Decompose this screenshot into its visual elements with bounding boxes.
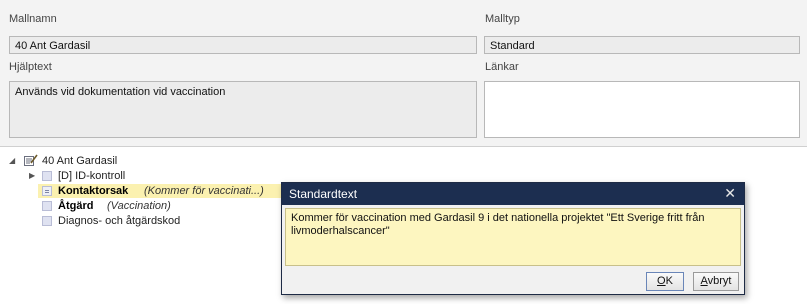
- tree-item-value: (Kommer för vaccinati...): [144, 185, 264, 197]
- cancel-label-rest: vbryt: [707, 275, 732, 287]
- standardtext-dialog: Standardtext ✕ Kommer för vaccination me…: [281, 182, 745, 295]
- hjalptext-label: Hjälptext: [9, 61, 52, 73]
- malltyp-field[interactable]: Standard: [484, 36, 800, 54]
- keyword-icon: [42, 171, 52, 181]
- lankar-field[interactable]: [484, 81, 800, 138]
- ok-label-rest: K: [665, 275, 673, 287]
- note-icon: [42, 186, 52, 196]
- cancel-button[interactable]: Avbryt: [693, 272, 739, 291]
- tree-root[interactable]: ◢ 40 Ant Gardasil: [4, 154, 304, 168]
- tree-item-atgard[interactable]: Åtgärd (Vaccination): [38, 199, 283, 213]
- tree-item-diagnos-atgardskod[interactable]: Diagnos- och åtgärdskod: [38, 214, 283, 228]
- tree-root-label: 40 Ant Gardasil: [42, 155, 118, 167]
- tree-item-label: Kontaktorsak: [58, 185, 129, 197]
- mallnamn-field[interactable]: 40 Ant Gardasil: [9, 36, 477, 54]
- standard-text-area[interactable]: Kommer för vaccination med Gardasil 9 i …: [285, 208, 741, 266]
- hjalptext-textarea[interactable]: Används vid dokumentation vid vaccinatio…: [9, 81, 477, 138]
- tree-item-label: Diagnos- och åtgärdskod: [58, 215, 181, 227]
- expand-triangle-icon[interactable]: ◢: [9, 154, 15, 168]
- ok-button[interactable]: OK: [646, 272, 684, 291]
- dialog-title: Standardtext: [289, 187, 358, 201]
- keyword-icon: [42, 216, 52, 226]
- mallnamn-label: Mallnamn: [9, 13, 57, 25]
- cancel-mnemonic: A: [700, 275, 708, 287]
- tree-item-label: [D] ID-kontroll: [58, 170, 126, 182]
- close-icon[interactable]: ✕: [724, 185, 736, 202]
- tree-item-label: Åtgärd: [58, 200, 94, 212]
- tree-item-id-kontroll[interactable]: ▶ [D] ID-kontroll: [20, 169, 320, 183]
- malltyp-label: Malltyp: [485, 13, 520, 25]
- keyword-icon: [42, 201, 52, 211]
- dialog-title-bar[interactable]: Standardtext ✕: [282, 183, 744, 205]
- ok-mnemonic: O: [657, 275, 666, 287]
- lankar-label: Länkar: [485, 61, 519, 73]
- tree-item-kontaktorsak[interactable]: Kontaktorsak (Kommer för vaccinati...): [38, 184, 283, 198]
- collapsed-triangle-icon[interactable]: ▶: [29, 169, 35, 183]
- tree-item-value: (Vaccination): [107, 200, 171, 212]
